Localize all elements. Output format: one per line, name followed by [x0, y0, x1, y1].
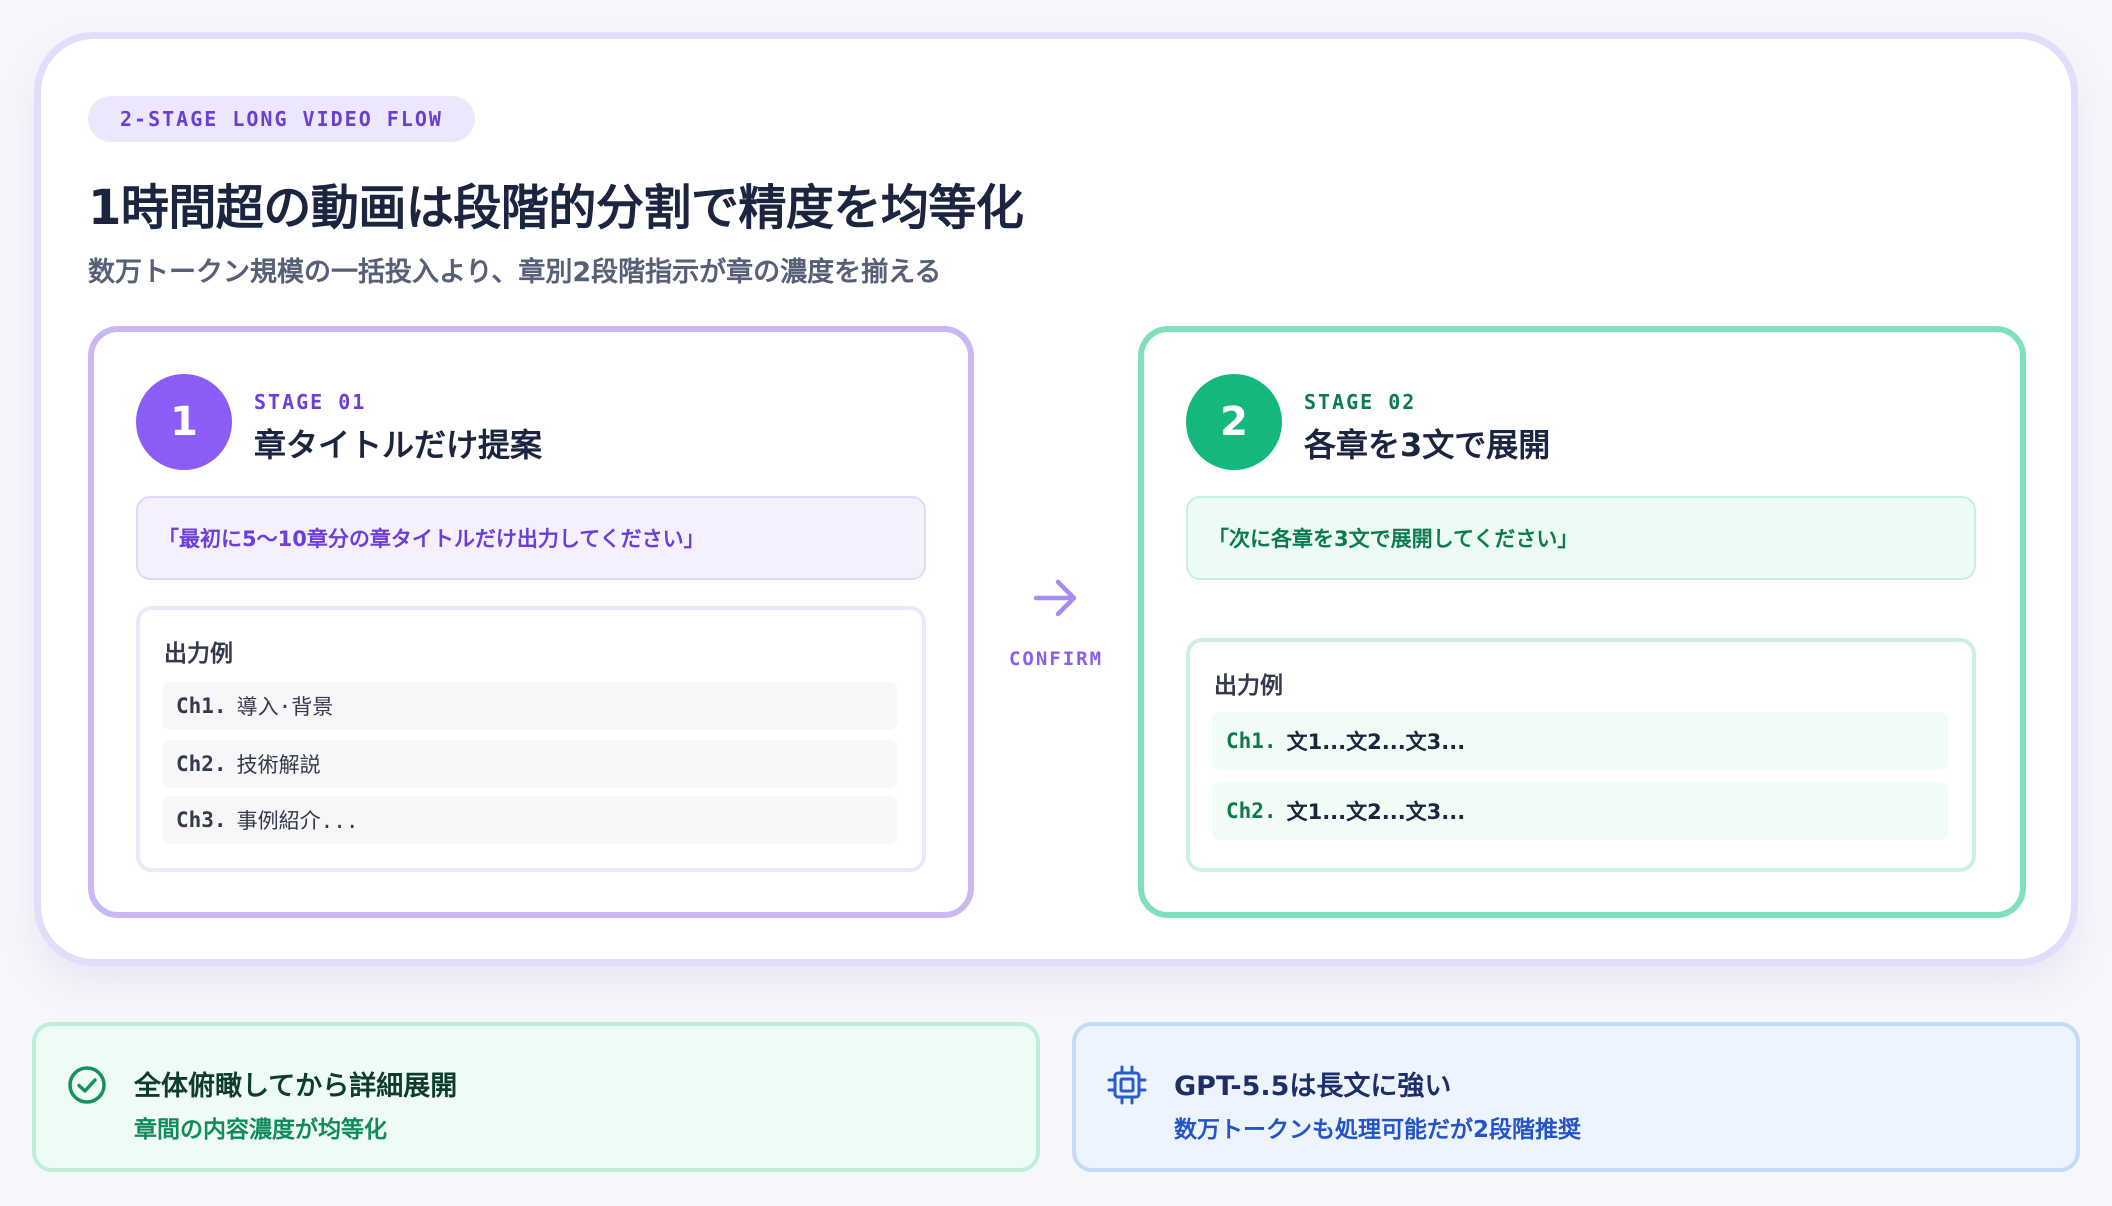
stage-1-output-example: 出力例 Ch1. 導入·背景 Ch2. 技術解説 Ch3. 事例紹介... [136, 606, 926, 872]
stage-1-number-badge: 1 [136, 374, 232, 470]
note-card-model: GPT-5.5は長文に強い 数万トークンも処理可能だが2段階推奨 [1072, 1022, 2080, 1172]
stage-2-label: STAGE 02 [1304, 390, 1417, 414]
note-description: 数万トークンも処理可能だが2段階推奨 [1174, 1117, 1582, 1143]
stage-1-heading: 章タイトルだけ提案 [254, 426, 543, 464]
stage-2-heading: 各章を3文で展開 [1304, 426, 1551, 464]
flow-badge: 2-STAGE LONG VIDEO FLOW [88, 96, 475, 142]
chapter-text: 文1...文2...文3... [1286, 730, 1466, 754]
output-row: Ch3. 事例紹介... [162, 796, 898, 844]
output-row: Ch2. 技術解説 [162, 740, 898, 788]
page-subtitle: 数万トークン規模の一括投入より、章別2段階指示が章の濃度を揃える [88, 257, 942, 288]
stage-1-panel: 1 STAGE 01 章タイトルだけ提案 「最初に5〜10章分の章タイトルだけ出… [88, 326, 974, 918]
stage-1-output-title: 出力例 [164, 641, 233, 667]
output-row: Ch1. 文1...文2...文3... [1212, 712, 1948, 770]
note-title: 全体俯瞰してから詳細展開 [134, 1071, 458, 1102]
confirm-label: CONFIRM [1008, 648, 1104, 670]
chapter-number: Ch2. [176, 752, 227, 776]
chapter-text: 導入·背景 [236, 695, 334, 719]
stage-1-label: STAGE 01 [254, 390, 367, 414]
output-row: Ch2. 文1...文2...文3... [1212, 782, 1948, 840]
chapter-text: 文1...文2...文3... [1286, 800, 1466, 824]
arrow-right-icon [1033, 579, 1077, 617]
note-description: 章間の内容濃度が均等化 [134, 1117, 387, 1143]
page-title: 1時間超の動画は段階的分割で精度を均等化 [88, 180, 1024, 236]
check-circle-icon [68, 1066, 106, 1104]
note-card-overview: 全体俯瞰してから詳細展開 章間の内容濃度が均等化 [32, 1022, 1040, 1172]
chapter-number: Ch1. [1226, 729, 1277, 753]
stage-2-panel: 2 STAGE 02 各章を3文で展開 「次に各章を3文で展開してください」 出… [1138, 326, 2026, 918]
stage-2-number-badge: 2 [1186, 374, 1282, 470]
stage-2-output-example: 出力例 Ch1. 文1...文2...文3... Ch2. 文1...文2...… [1186, 638, 1976, 872]
chapter-text: 技術解説 [236, 753, 321, 777]
chapter-text: 事例紹介... [236, 809, 359, 833]
stage-2-output-title: 出力例 [1214, 673, 1283, 699]
stage-2-prompt: 「次に各章を3文で展開してください」 [1186, 496, 1976, 580]
chapter-number: Ch1. [176, 694, 227, 718]
chapter-number: Ch3. [176, 808, 227, 832]
chapter-number: Ch2. [1226, 799, 1277, 823]
chip-icon [1107, 1065, 1147, 1105]
note-title: GPT-5.5は長文に強い [1174, 1071, 1452, 1102]
output-row: Ch1. 導入·背景 [162, 682, 898, 730]
stage-1-prompt: 「最初に5〜10章分の章タイトルだけ出力してください」 [136, 496, 926, 580]
